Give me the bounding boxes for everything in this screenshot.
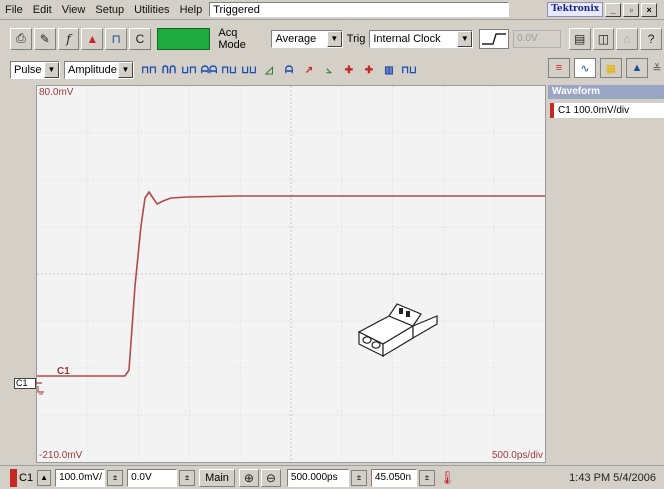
waveform-view-icon[interactable]: ∿ [574, 58, 596, 78]
channel-color-swatch [550, 103, 554, 118]
period-measure-icon[interactable]: ᑎᑎ [160, 61, 178, 79]
waveform-panel-header: Waveform [548, 85, 664, 99]
clear-button[interactable]: C [129, 27, 151, 50]
zoom-in-icon[interactable]: ⊕ [238, 468, 259, 487]
default-setup-icon: ⌂ [616, 27, 639, 50]
chevron-down-icon[interactable]: ▼ [326, 30, 342, 47]
trace-channel-label: C1 [57, 366, 70, 377]
width-measure-icon[interactable]: ⊓⊔ [220, 61, 238, 79]
main-button[interactable]: Main [199, 468, 235, 487]
menu-utilities[interactable]: Utilities [129, 4, 174, 16]
vertical-scale-field[interactable]: 100.0mV/ [55, 468, 106, 487]
clock: 1:43 PM 5/4/2006 [569, 471, 656, 484]
rise-measure-icon[interactable]: ↗ [300, 61, 318, 79]
acq-mode-label: Acq Mode [218, 26, 246, 51]
horizontal-position-field[interactable]: 500.000ps [286, 468, 349, 487]
delay-measure-icon[interactable]: ✚ [360, 61, 378, 79]
view-tools: ≡ ∿ ▦ ▲ ≚ [548, 58, 664, 78]
display-icon[interactable]: ▤ [568, 27, 591, 50]
main-toolbar: ⎙ ✎ f ▲ ⊓ C Acq Mode Average ▼ Trig Inte… [0, 21, 664, 56]
histogram-measure-icon[interactable]: ▥ [380, 61, 398, 79]
scope-window: File Edit View Setup Utilities Help Trig… [0, 0, 664, 489]
channel-ground-marker[interactable]: C1 [14, 378, 36, 389]
area-measure-icon[interactable]: ⊓⊔ [400, 61, 418, 79]
overshoot-measure-icon[interactable]: ◿ [260, 61, 278, 79]
menu-file[interactable]: File [0, 4, 28, 16]
delay-field[interactable]: 45.050n [370, 468, 417, 487]
trigger-level-field[interactable]: 0.0V [513, 29, 561, 48]
measure-param-select[interactable]: Amplitude ▼ [64, 61, 134, 79]
waveform-display[interactable]: 80.0mV -210.0mV 500.0ps/div C1 [36, 85, 546, 463]
trig-label: Trig [346, 32, 366, 45]
status-field: Triggered [209, 2, 510, 17]
waveform-panel: Waveform C1 100.0mV/div [548, 85, 664, 463]
measure-type-value: Pulse [14, 64, 42, 76]
waveform-list-item[interactable]: C1 100.0mV/div [550, 103, 664, 118]
freq-measure-icon[interactable]: ᗩᗩ [200, 61, 218, 79]
measure-type-select[interactable]: Pulse ▼ [10, 61, 60, 79]
zoom-out-icon[interactable]: ⊖ [260, 468, 281, 487]
measure-param-value: Amplitude [68, 64, 117, 76]
clear-label: C [135, 31, 145, 46]
offset-spinner-icon[interactable]: ± [179, 469, 196, 486]
minimize-button[interactable]: _ [605, 2, 622, 17]
trig-source-value: Internal Clock [373, 32, 441, 45]
amp-measure-icon[interactable]: ᗩ [280, 61, 298, 79]
trig-source-select[interactable]: Internal Clock ▼ [369, 29, 474, 48]
tools-icon[interactable]: ✎ [33, 27, 56, 50]
timebase-label: 500.0ps/div [491, 450, 543, 461]
expand-icon[interactable]: ≚ [652, 58, 662, 78]
chevron-down-icon[interactable]: ▼ [118, 62, 133, 78]
cross-measure-icon[interactable]: ✚ [340, 61, 358, 79]
function-icon[interactable]: f [57, 27, 80, 50]
scale-spinner-icon[interactable]: ± [107, 469, 124, 486]
menu-help[interactable]: Help [175, 4, 208, 16]
run-indicator[interactable] [156, 27, 211, 50]
fall-measure-icon[interactable]: ⊔⊔ [240, 61, 258, 79]
ramp-measure-icon[interactable]: ⦣ [320, 61, 338, 79]
acq-mode-select[interactable]: Average ▼ [271, 29, 343, 48]
channel-label: C1 [19, 471, 34, 484]
position-spinner-icon[interactable]: ± [350, 469, 367, 486]
chevron-down-icon[interactable]: ▼ [457, 30, 473, 47]
menu-edit[interactable]: Edit [28, 4, 57, 16]
close-button[interactable]: × [641, 2, 658, 17]
menu-bar: File Edit View Setup Utilities Help Trig… [0, 0, 664, 20]
waveform-item-label: C1 100.0mV/div [558, 105, 630, 116]
channel-up-icon[interactable]: ▲ [37, 469, 52, 486]
menu-view[interactable]: View [57, 4, 91, 16]
restore-button[interactable]: ▫ [623, 2, 640, 17]
bottom-control-bar: C1 ▲ 100.0mV/ ± 0.0V ± Main ⊕ ⊖ 500.000p… [0, 465, 664, 489]
grid-icon[interactable]: ▦ [600, 58, 622, 78]
math-icon[interactable]: ▲ [81, 27, 104, 50]
lines-icon[interactable]: ≡ [548, 58, 570, 78]
channel-color-tab [10, 468, 17, 487]
menu-setup[interactable]: Setup [90, 4, 129, 16]
split-icon[interactable]: ◫ [592, 27, 615, 50]
duty-measure-icon[interactable]: ⊔⊓ [180, 61, 198, 79]
temperature-icon: 🌡 [438, 469, 456, 485]
trigger-slope-icon[interactable] [479, 28, 510, 49]
delay-spinner-icon[interactable]: ± [418, 469, 435, 486]
autoset-icon[interactable]: ⊓ [105, 27, 128, 50]
print-icon[interactable]: ⎙ [10, 27, 32, 50]
bottom-voltage-label: -210.0mV [39, 450, 83, 461]
graticule [37, 86, 545, 462]
ground-icon [36, 382, 44, 395]
help-icon[interactable]: ? [640, 27, 662, 50]
top-voltage-label: 80.0mV [39, 87, 74, 98]
brand-logo: Tektronix [547, 2, 604, 17]
offset-field[interactable]: 0.0V [127, 468, 178, 487]
probe-icon [357, 303, 438, 358]
pulse-measure-icon[interactable]: ⊓⊓ [140, 61, 158, 79]
channel-marker-label: C1 [16, 378, 28, 388]
acq-mode-value: Average [275, 32, 317, 45]
chevron-down-icon[interactable]: ▼ [44, 62, 59, 78]
histogram-icon[interactable]: ▲ [626, 58, 648, 78]
